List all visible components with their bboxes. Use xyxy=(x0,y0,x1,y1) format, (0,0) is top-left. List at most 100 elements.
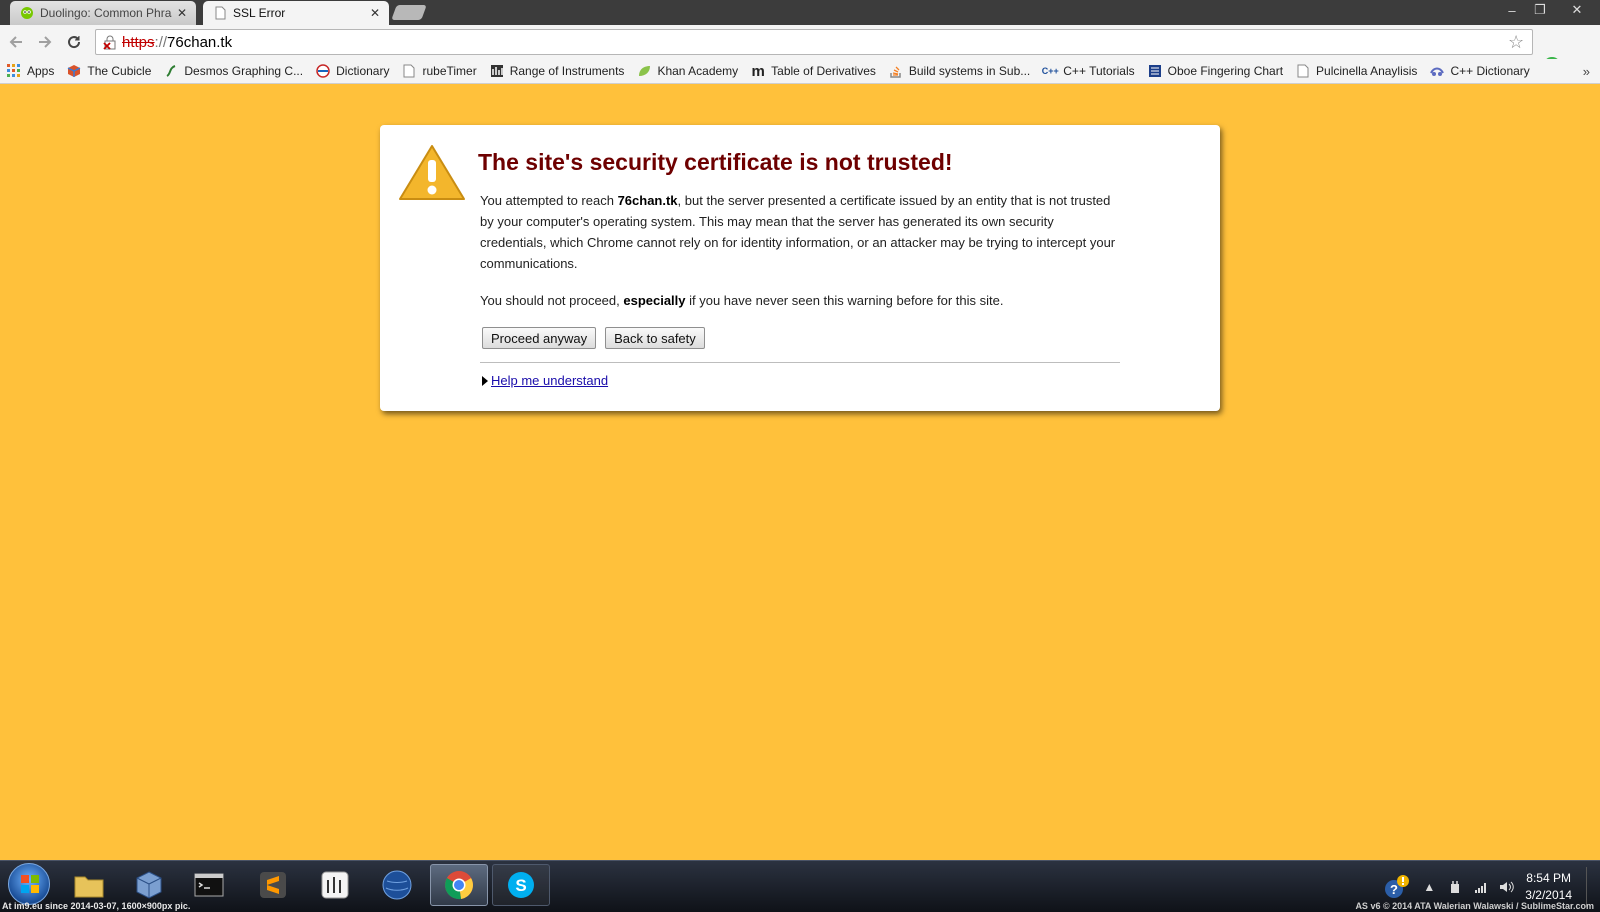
folder-icon xyxy=(74,876,104,898)
forward-button[interactable] xyxy=(32,29,58,55)
reload-button[interactable] xyxy=(61,29,87,55)
warning-triangle-icon xyxy=(399,145,465,200)
bookmark-apps[interactable]: Apps xyxy=(6,63,54,79)
bookmark-label: Khan Academy xyxy=(657,64,739,78)
address-bar[interactable]: https://76chan.tk ☆ xyxy=(95,29,1533,55)
tab-title: Duolingo: Common Phras xyxy=(40,6,172,20)
page-icon xyxy=(215,6,226,20)
window-controls: – ❐ ✕ xyxy=(1498,0,1600,20)
bookmark-label: rubeTimer xyxy=(422,64,477,78)
taskbar-sublime-text[interactable] xyxy=(244,864,302,906)
skype-icon: S xyxy=(508,872,534,898)
bookmark-table-of-derivatives[interactable]: m Table of Derivatives xyxy=(750,62,876,80)
page-content: The site's security certificate is not t… xyxy=(0,85,1600,860)
bookmark-build-systems[interactable]: Build systems in Sub... xyxy=(888,63,1030,79)
duolingo-owl-icon xyxy=(21,7,33,19)
back-to-safety-button[interactable]: Back to safety xyxy=(605,327,705,349)
m-logo-icon: m xyxy=(751,62,765,80)
stackoverflow-icon xyxy=(888,63,904,79)
bookmark-label: Range of Instruments xyxy=(509,64,625,78)
expand-triangle-icon xyxy=(482,375,488,386)
browser-toolbar: https://76chan.tk ☆ xyxy=(0,25,1600,75)
minimize-button[interactable]: – xyxy=(1498,0,1526,20)
action-buttons: Proceed anyway Back to safety xyxy=(482,327,705,349)
bookmark-the-cubicle[interactable]: The Cubicle xyxy=(66,63,151,79)
taskbar-stellarium[interactable] xyxy=(368,864,426,906)
site-host: 76chan.tk xyxy=(617,193,678,208)
description-text: You attempted to reach xyxy=(480,193,618,208)
url-scheme: https xyxy=(122,33,155,51)
more-bookmarks-chevron-icon[interactable]: » xyxy=(1583,64,1590,79)
virtualbox-icon xyxy=(136,871,162,899)
desmos-icon xyxy=(163,63,179,79)
bookmark-pulcinella[interactable]: Pulcinella Anaylisis xyxy=(1295,63,1417,79)
musescore-icon xyxy=(321,871,349,899)
divider xyxy=(480,362,1120,363)
bookmark-label: C++ Dictionary xyxy=(1450,64,1530,78)
taskbar-file-explorer[interactable] xyxy=(60,864,118,906)
reload-icon xyxy=(68,36,81,49)
url-separator: :// xyxy=(154,33,168,51)
taskbar-command-prompt[interactable] xyxy=(180,864,238,906)
url-host: 76chan.tk xyxy=(167,33,233,51)
proceed-anyway-button[interactable]: Proceed anyway xyxy=(482,327,597,349)
taskbar-musescore[interactable] xyxy=(306,864,364,906)
cpp-icon: C++ xyxy=(1041,66,1059,76)
watermark-left: At im9.eu since 2014-03-07, 1600×900px p… xyxy=(2,901,191,911)
chart-icon xyxy=(1147,63,1163,79)
action-center-warning-icon[interactable]: ? xyxy=(1383,873,1411,901)
back-button[interactable] xyxy=(3,29,29,55)
taskbar-virtualbox[interactable] xyxy=(120,864,178,906)
bookmark-label: C++ Tutorials xyxy=(1063,64,1135,78)
sublime-text-icon xyxy=(260,872,286,898)
bookmark-oboe-fingering-chart[interactable]: Oboe Fingering Chart xyxy=(1147,63,1283,79)
bookmark-desmos[interactable]: Desmos Graphing C... xyxy=(163,63,303,79)
broken-lock-icon xyxy=(103,35,116,50)
bookmark-label: Build systems in Sub... xyxy=(908,64,1031,78)
bookmark-cpp-tutorials[interactable]: C++ C++ Tutorials xyxy=(1041,63,1135,79)
proceed-advice: You should not proceed, especially if yo… xyxy=(480,290,1120,311)
tab-strip: Duolingo: Common Phras ✕ SSL Error ✕ – ❐… xyxy=(0,0,1600,25)
bookmark-star-icon[interactable]: ☆ xyxy=(1508,33,1526,51)
bookmark-label: Oboe Fingering Chart xyxy=(1167,64,1284,78)
network-signal-icon[interactable] xyxy=(1473,879,1489,895)
bookmark-label: Table of Derivatives xyxy=(771,64,876,78)
leaf-icon xyxy=(636,63,652,79)
taskbar-clock[interactable]: 8:54 PM 3/2/2014 xyxy=(1525,870,1572,904)
dictionary-icon xyxy=(315,63,331,79)
cube-icon xyxy=(66,63,82,79)
close-window-button[interactable]: ✕ xyxy=(1554,0,1600,20)
advice-emphasis: especially xyxy=(623,293,686,308)
tab-close-icon[interactable]: ✕ xyxy=(369,6,381,20)
bookmark-range-of-instruments[interactable]: Range of Instruments xyxy=(489,63,625,79)
bookmark-label: Apps xyxy=(27,64,55,78)
bookmark-label: Dictionary xyxy=(336,64,390,78)
restore-button[interactable]: ❐ xyxy=(1526,0,1554,20)
tab-duolingo[interactable]: Duolingo: Common Phras ✕ xyxy=(10,1,196,25)
show-hidden-icons-icon[interactable]: ▲ xyxy=(1421,879,1437,895)
apps-grid-icon xyxy=(6,63,22,79)
volume-speaker-icon[interactable] xyxy=(1499,879,1515,895)
bookmark-label: Pulcinella Anaylisis xyxy=(1316,64,1418,78)
svg-text:S: S xyxy=(515,876,526,895)
terminal-icon xyxy=(194,873,224,897)
help-expander[interactable]: Help me understand xyxy=(482,373,608,388)
new-tab-button[interactable] xyxy=(391,5,427,20)
page-title: The site's security certificate is not t… xyxy=(478,149,953,175)
power-plug-icon[interactable] xyxy=(1447,879,1463,895)
tab-close-icon[interactable]: ✕ xyxy=(176,6,188,20)
watermark-right: AS v6 © 2014 ATA Walerian Walawski / Sub… xyxy=(1355,901,1594,911)
page-icon xyxy=(401,63,417,79)
taskbar-skype[interactable]: S xyxy=(492,864,550,906)
bookmark-rubetimer[interactable]: rubeTimer xyxy=(401,63,477,79)
help-me-understand-link[interactable]: Help me understand xyxy=(491,373,608,388)
start-button-windows-icon[interactable] xyxy=(8,863,50,905)
page-icon xyxy=(1295,63,1311,79)
bookmark-dictionary[interactable]: Dictionary xyxy=(315,63,389,79)
taskbar-chrome[interactable] xyxy=(430,864,488,906)
tab-ssl-error[interactable]: SSL Error ✕ xyxy=(203,1,389,25)
advice-text: You should not proceed, xyxy=(480,293,624,308)
chrome-icon xyxy=(445,871,473,900)
bookmark-khan-academy[interactable]: Khan Academy xyxy=(636,63,738,79)
bookmark-cpp-dictionary[interactable]: C++ Dictionary xyxy=(1429,63,1530,79)
